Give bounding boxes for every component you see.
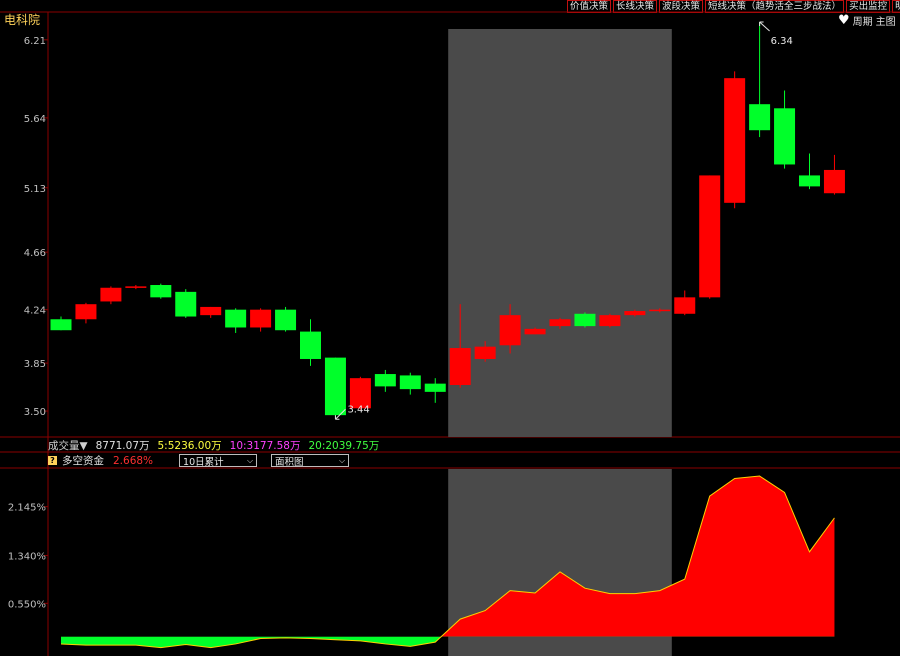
accumulation-select[interactable]: 10日累计 ⌵ <box>179 454 258 468</box>
candle-body <box>799 175 820 187</box>
candle-body <box>50 319 72 331</box>
candle-body <box>724 78 746 203</box>
indicator-tick-label: 1.340% <box>8 551 46 562</box>
indicator-row: ? 多空资金 2.668% 10日累计 ⌵ 面积图 ⌵ <box>48 453 350 468</box>
candle-body <box>574 313 596 327</box>
candle-body <box>200 306 222 316</box>
indicator-area <box>60 475 835 649</box>
candle-body <box>449 348 471 386</box>
candle-body <box>100 287 122 302</box>
candle-body <box>125 286 147 288</box>
chevron-down-icon: ⌵ <box>246 455 254 465</box>
candle-body <box>424 383 446 392</box>
accumulation-select-value: 10日累计 <box>183 456 224 468</box>
indicator-value: 2.668% <box>113 454 154 467</box>
price-tick-label: 5.13 <box>24 184 46 195</box>
candle-body <box>75 304 97 320</box>
candle-body <box>250 309 272 328</box>
price-tick-label: 3.50 <box>24 407 46 418</box>
volume-value: 8771.07万 <box>95 440 150 452</box>
indicator-tick-label: 2.145% <box>8 503 46 514</box>
candle-body <box>474 346 496 359</box>
candle-body <box>499 315 521 346</box>
high-arrow <box>759 21 770 32</box>
candle-body <box>699 175 721 298</box>
candle-body <box>399 375 421 390</box>
candle-body <box>774 108 796 165</box>
chevron-down-icon: ⌵ <box>338 455 346 465</box>
help-icon[interactable]: ? <box>48 456 57 465</box>
candle-body <box>275 309 297 331</box>
candle-body <box>624 311 646 316</box>
candle-body <box>374 374 396 387</box>
chart-type-select-value: 面积图 <box>275 456 304 468</box>
candle-body <box>524 328 546 335</box>
candle-body <box>749 104 771 131</box>
low-price-label: 3.44 <box>347 404 369 415</box>
price-tick-label: 5.64 <box>24 114 46 125</box>
volume-label[interactable]: 成交量▼ <box>48 438 88 453</box>
volume-ma20: 20:2039.75万 <box>308 440 380 452</box>
chart-type-select[interactable]: 面积图 ⌵ <box>271 454 350 468</box>
indicator-axis: 2.145% 1.340% 0.550% <box>8 503 48 610</box>
indicator-tick-label: 0.550% <box>8 599 46 610</box>
volume-ma10: 10:3177.58万 <box>229 440 301 452</box>
price-tick-label: 4.24 <box>24 306 46 317</box>
candle-body <box>549 319 571 327</box>
candlestick-chart[interactable]: 6.21 5.64 5.13 4.66 4.24 3.85 3.50 6.34 3.44 2.… <box>0 0 900 656</box>
high-price-label: 6.34 <box>771 36 793 47</box>
indicator-name: 多空资金 <box>62 455 104 467</box>
highlight-range-main <box>448 29 672 437</box>
candles <box>50 22 845 420</box>
price-tick-label: 3.85 <box>24 359 46 370</box>
candle-body <box>300 331 321 359</box>
candle-body <box>175 291 197 317</box>
candle-body <box>150 285 172 298</box>
volume-row: 成交量▼ 8771.07万 5:5236.00万 10:3177.58万 20:… <box>48 438 379 453</box>
price-tick-label: 6.21 <box>24 36 46 47</box>
candle-body <box>649 309 671 312</box>
candle-body <box>324 357 346 416</box>
price-axis: 6.21 5.64 5.13 4.66 4.24 3.85 3.50 <box>24 36 48 418</box>
candle-body <box>674 297 696 314</box>
candle-body <box>823 169 845 194</box>
price-tick-label: 4.66 <box>24 248 46 259</box>
candle-body <box>599 315 621 327</box>
indicator-area-positive <box>441 476 835 637</box>
volume-ma5: 5:5236.00万 <box>157 440 222 452</box>
candle-body <box>225 309 247 328</box>
